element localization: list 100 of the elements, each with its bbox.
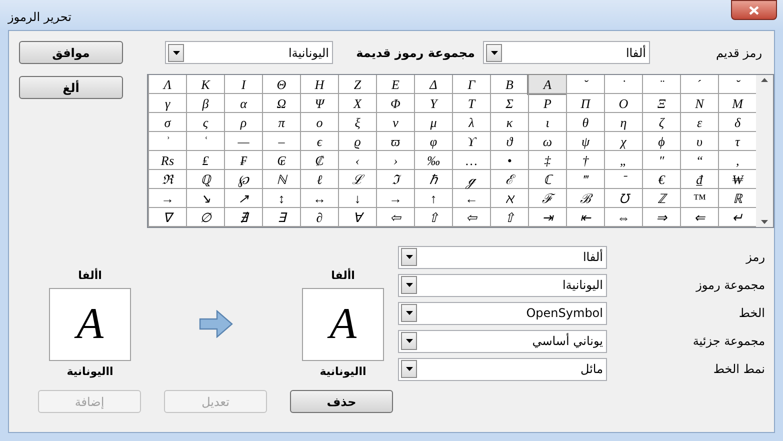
symbol-cell[interactable]: ϖ <box>376 132 414 151</box>
symbol-cell[interactable]: ₨ <box>148 151 186 170</box>
symbol-cell[interactable]: ∇ <box>148 208 186 227</box>
symbol-cell[interactable]: ϑ <box>490 132 528 151</box>
symbol-cell[interactable]: Θ <box>262 75 300 94</box>
symbol-cell[interactable]: ο <box>300 113 338 132</box>
symbol-cell[interactable]: ℒ <box>338 170 376 189</box>
symbol-cell[interactable]: ↔ <box>300 189 338 208</box>
symbol-cell[interactable]: — <box>224 132 262 151</box>
symbol-cell[interactable]: κ <box>490 113 528 132</box>
symbol-cell[interactable]: ↗ <box>224 189 262 208</box>
symbol-cell[interactable]: ˙ <box>604 75 642 94</box>
dialog-button[interactable]: ألغ <box>19 76 123 99</box>
symbol-cell[interactable]: Υ <box>414 94 452 113</box>
symbol-cell[interactable]: ℱ <box>528 189 566 208</box>
symbol-cell[interactable]: ₫ <box>680 170 718 189</box>
symbol-cell[interactable]: Ρ <box>528 94 566 113</box>
symbol-cell[interactable]: ↓ <box>338 189 376 208</box>
symbol-cell[interactable]: ϱ <box>338 132 376 151</box>
symbol-cell[interactable]: Ν <box>680 94 718 113</box>
symbol-cell[interactable]: ℤ <box>642 189 680 208</box>
symbol-cell[interactable]: Ω <box>262 94 300 113</box>
symbol-cell[interactable]: Φ <box>376 94 414 113</box>
symbol-cell[interactable]: ↕ <box>262 189 300 208</box>
symbol-cell[interactable]: ι <box>528 113 566 132</box>
dropdown-field[interactable]: ألفاا <box>483 41 650 64</box>
symbol-cell[interactable]: ℏ <box>414 170 452 189</box>
dropdown-field[interactable]: OpenSymbol <box>398 302 607 324</box>
symbol-cell[interactable]: ™ <box>680 189 718 208</box>
symbol-cell[interactable]: ς <box>186 113 224 132</box>
symbol-cell[interactable]: Ο <box>604 94 642 113</box>
symbol-cell[interactable]: ξ <box>338 113 376 132</box>
symbol-cell[interactable]: ℚ <box>186 170 224 189</box>
symbol-cell[interactable]: υ <box>680 132 718 151</box>
symbol-cell[interactable]: ℜ <box>148 170 186 189</box>
symbol-cell[interactable]: γ <box>148 94 186 113</box>
symbol-cell[interactable]: ↘ <box>186 189 224 208</box>
symbol-cell[interactable]: ℘ <box>224 170 262 189</box>
symbol-cell[interactable]: ˊ <box>680 75 718 94</box>
dropdown-button[interactable] <box>168 44 184 62</box>
symbol-cell[interactable]: Χ <box>338 94 376 113</box>
symbol-cell[interactable]: ¨ <box>642 75 680 94</box>
symbol-cell[interactable]: ε <box>680 113 718 132</box>
symbol-cell[interactable]: ℊ <box>452 170 490 189</box>
symbol-cell[interactable]: ‰ <box>414 151 452 170</box>
symbol-cell[interactable]: → <box>376 189 414 208</box>
symbol-cell[interactable]: Κ <box>186 75 224 94</box>
symbol-cell[interactable]: ⇔ <box>604 208 642 227</box>
symbol-cell[interactable]: ψ <box>566 132 604 151</box>
dropdown-button[interactable] <box>401 248 417 266</box>
symbol-cell[interactable]: ϵ <box>300 132 338 151</box>
symbol-cell[interactable]: ⇤ <box>566 208 604 227</box>
symbol-cell[interactable]: Ι <box>224 75 262 94</box>
symbol-cell[interactable]: ⁻ <box>604 170 642 189</box>
symbol-cell[interactable]: σ <box>148 113 186 132</box>
dropdown-field[interactable]: ألفاا <box>398 246 607 268</box>
dropdown-field[interactable]: اليونانيةا <box>165 41 333 64</box>
symbol-cell[interactable]: β <box>186 94 224 113</box>
dropdown-button[interactable] <box>486 44 502 62</box>
symbol-cell[interactable]: Π <box>566 94 604 113</box>
symbol-cell[interactable]: ⇦ <box>376 208 414 227</box>
symbol-cell[interactable]: ϒ <box>452 132 490 151</box>
symbol-cell[interactable]: → <box>148 189 186 208</box>
symbol-cell[interactable]: “ <box>680 151 718 170</box>
symbol-cell[interactable]: ʾ <box>148 132 186 151</box>
symbol-cell[interactable]: ℰ <box>490 170 528 189</box>
symbol-cell[interactable]: ₣ <box>224 151 262 170</box>
symbol-cell[interactable]: Η <box>300 75 338 94</box>
symbol-cell[interactable]: μ <box>414 113 452 132</box>
symbol-cell[interactable]: ₤ <box>186 151 224 170</box>
symbol-cell[interactable]: φ <box>414 132 452 151</box>
symbol-cell[interactable]: θ <box>566 113 604 132</box>
dropdown-field[interactable]: يوناني أساسي <box>398 330 607 352</box>
dropdown-field[interactable]: اليونانيةا <box>398 274 607 296</box>
symbol-cell[interactable]: Σ <box>490 94 528 113</box>
symbol-cell[interactable]: ‡ <box>528 151 566 170</box>
symbol-cell[interactable]: ‴ <box>566 170 604 189</box>
symbol-cell[interactable]: ↑ <box>414 189 452 208</box>
symbol-cell[interactable]: ν <box>376 113 414 132</box>
symbol-cell[interactable]: ₢ <box>262 151 300 170</box>
symbol-cell[interactable]: ℧ <box>604 189 642 208</box>
symbol-cell[interactable]: Ξ <box>642 94 680 113</box>
symbol-cell[interactable]: Δ <box>414 75 452 94</box>
dropdown-button[interactable] <box>401 360 417 378</box>
symbol-cell[interactable]: ⇦ <box>452 208 490 227</box>
symbol-cell[interactable]: ″ <box>642 151 680 170</box>
symbol-cell[interactable]: ℂ <box>528 170 566 189</box>
symbol-cell[interactable]: € <box>642 170 680 189</box>
symbol-cell[interactable]: Ψ <box>300 94 338 113</box>
symbol-cell[interactable]: ℕ <box>262 170 300 189</box>
dropdown-field[interactable]: مائل <box>398 358 607 380</box>
symbol-cell[interactable]: ‹ <box>338 151 376 170</box>
symbol-cell[interactable]: ∂ <box>300 208 338 227</box>
symbol-cell[interactable]: „ <box>604 151 642 170</box>
symbol-cell[interactable]: ω <box>528 132 566 151</box>
symbol-cell[interactable]: Α <box>528 75 566 94</box>
dropdown-button[interactable] <box>401 276 417 294</box>
symbol-cell[interactable]: λ <box>452 113 490 132</box>
symbol-cell[interactable]: ϕ <box>642 132 680 151</box>
symbol-cell[interactable]: ⇧ <box>490 208 528 227</box>
